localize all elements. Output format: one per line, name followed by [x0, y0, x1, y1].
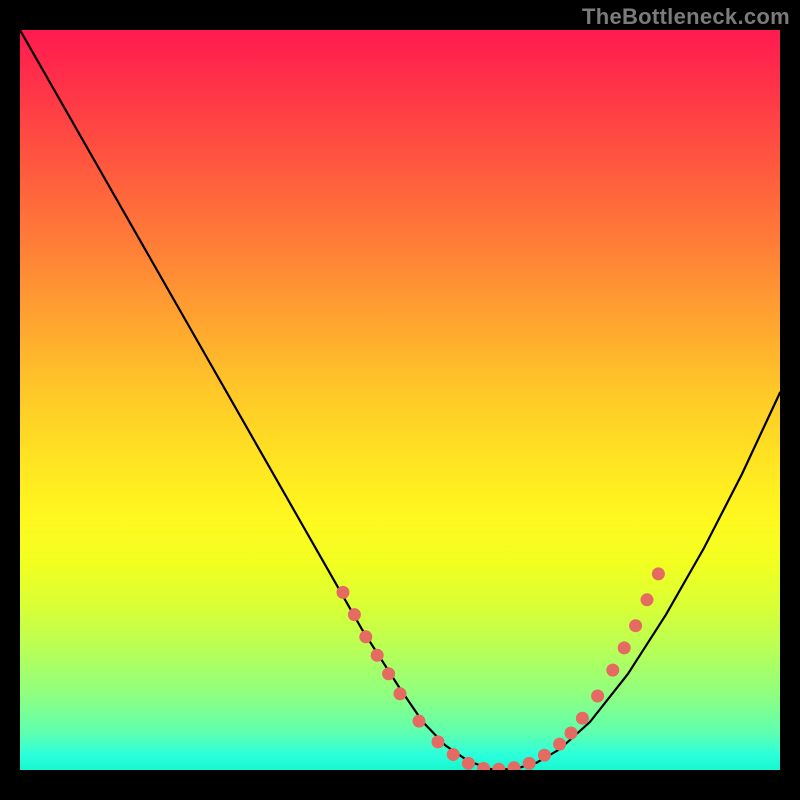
marker-dot — [382, 667, 395, 680]
marker-dot — [447, 748, 460, 761]
marker-dot — [618, 641, 631, 654]
marker-dot — [565, 727, 578, 740]
marker-dot — [359, 630, 372, 643]
marker-dot — [641, 593, 654, 606]
marker-dot — [508, 761, 521, 770]
marker-dot — [652, 567, 665, 580]
marker-dot — [413, 715, 426, 728]
bottleneck-curve — [20, 30, 780, 769]
marker-dot — [538, 749, 551, 762]
marker-dot — [462, 757, 475, 770]
marker-dot — [337, 586, 350, 599]
marker-dot — [629, 619, 642, 632]
marker-dot — [348, 608, 361, 621]
chart-svg — [20, 30, 780, 770]
plot-area — [20, 30, 780, 770]
marker-dot — [591, 690, 604, 703]
marker-dot — [432, 735, 445, 748]
chart-container: TheBottleneck.com — [0, 0, 800, 800]
watermark-text: TheBottleneck.com — [582, 4, 790, 30]
marker-dot — [371, 649, 384, 662]
marker-dot — [553, 738, 566, 751]
marker-dot — [576, 712, 589, 725]
marker-dot — [606, 664, 619, 677]
marker-dot — [523, 757, 536, 770]
highlight-markers — [337, 567, 665, 770]
marker-dot — [492, 763, 505, 770]
marker-dot — [394, 687, 407, 700]
marker-dot — [477, 762, 490, 770]
